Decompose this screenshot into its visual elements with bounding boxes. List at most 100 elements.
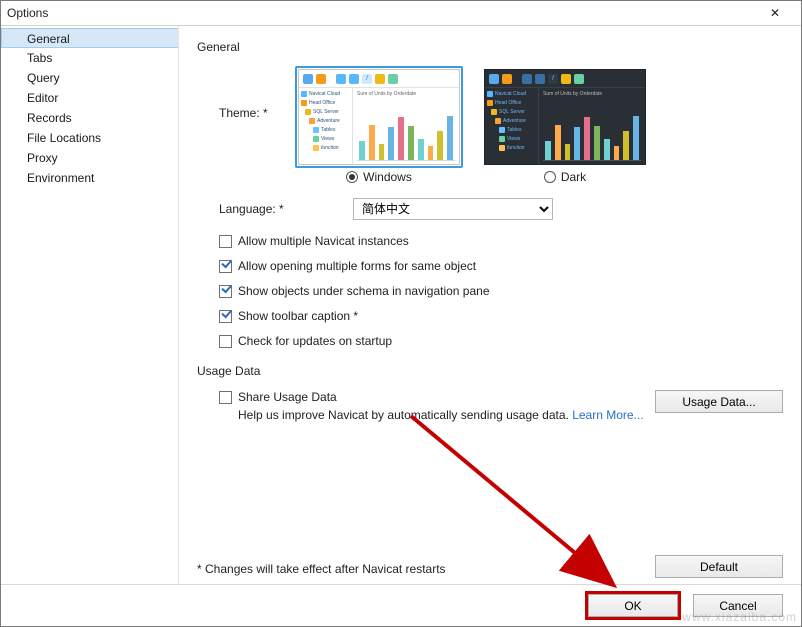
preview-tree-node: SQL Server	[313, 109, 339, 115]
cancel-button[interactable]: Cancel	[693, 594, 783, 617]
sidebar-item-records[interactable]: Records	[1, 108, 178, 128]
theme-options: f Navicat Cloud Head Office SQL Server A…	[295, 66, 649, 168]
preview-tree-node: Adventure	[317, 118, 340, 124]
preview-toolbar: f	[485, 70, 645, 88]
section-usage-title: Usage Data	[197, 364, 783, 378]
sidebar-item-label: General	[27, 32, 70, 46]
sidebar-item-label: Environment	[27, 171, 94, 185]
preview-tree: Navicat Cloud Head Office SQL Server Adv…	[485, 88, 539, 164]
theme-card-windows[interactable]: f Navicat Cloud Head Office SQL Server A…	[295, 66, 463, 168]
checkbox-icon	[219, 391, 232, 404]
usage-help-span: Help us improve Navicat by automatically…	[238, 408, 572, 422]
dialog-footer: OK Cancel	[1, 584, 801, 626]
theme-radio-dark[interactable]: Dark	[481, 170, 649, 184]
checkbox-allow-multiple-forms[interactable]: Allow opening multiple forms for same ob…	[219, 259, 783, 273]
preview-tree-node: Tables	[321, 127, 335, 133]
sidebar-item-label: Query	[27, 71, 60, 85]
section-general-title: General	[197, 40, 783, 54]
default-button[interactable]: Default	[655, 555, 783, 578]
theme-radio-row: Windows Dark	[295, 170, 783, 184]
preview-tree-node: Navicat Cloud	[309, 91, 340, 97]
sidebar-item-query[interactable]: Query	[1, 68, 178, 88]
preview-tree-node: Adventure	[503, 118, 526, 124]
preview-tree-node: SQL Server	[499, 109, 525, 115]
usage-share-row: Share Usage Data Help us improve Navicat…	[219, 390, 783, 422]
theme-row: Theme: * f	[219, 66, 783, 168]
preview-chart-bars	[543, 97, 641, 161]
checkbox-label: Show toolbar caption *	[238, 309, 358, 323]
language-label: Language: *	[219, 202, 353, 216]
sidebar-item-label: Editor	[27, 91, 58, 105]
checkbox-check-for-updates[interactable]: Check for updates on startup	[219, 334, 783, 348]
usage-share-left: Share Usage Data Help us improve Navicat…	[219, 390, 655, 422]
checkbox-label: Share Usage Data	[238, 390, 337, 404]
ok-highlight: OK	[585, 591, 681, 620]
theme-card-dark[interactable]: f Navicat Cloud Head Office SQL Server A…	[481, 66, 649, 168]
preview-tree-node: Tables	[507, 127, 521, 133]
preview-tree-node: Views	[321, 136, 334, 142]
preview-tree-node: function	[507, 145, 525, 151]
sidebar-item-label: File Locations	[27, 131, 101, 145]
usage-learn-more-link[interactable]: Learn More...	[572, 408, 643, 422]
preview-tree-node: Head Office	[309, 100, 335, 106]
sidebar-item-label: Records	[27, 111, 72, 125]
checkbox-label: Check for updates on startup	[238, 334, 392, 348]
theme-label: Theme: *	[219, 66, 295, 120]
usage-data-button[interactable]: Usage Data...	[655, 390, 783, 413]
ok-button[interactable]: OK	[588, 594, 678, 617]
close-button[interactable]: ✕	[755, 2, 795, 24]
preview-body: Navicat Cloud Head Office SQL Server Adv…	[485, 88, 645, 164]
theme-radio-label: Windows	[363, 170, 412, 184]
sidebar-item-label: Tabs	[27, 51, 52, 65]
preview-tree-node: Navicat Cloud	[495, 91, 526, 97]
checkbox-share-usage[interactable]: Share Usage Data	[219, 390, 655, 404]
restart-note: * Changes will take effect after Navicat…	[197, 562, 446, 576]
window-title: Options	[7, 6, 755, 20]
sidebar-item-file-locations[interactable]: File Locations	[1, 128, 178, 148]
checkbox-icon	[219, 335, 232, 348]
sidebar: General Tabs Query Editor Records File L…	[1, 26, 179, 584]
sidebar-item-general[interactable]: General	[1, 28, 178, 48]
usage-help-text: Help us improve Navicat by automatically…	[238, 408, 655, 422]
checkbox-icon	[219, 260, 232, 273]
default-button-wrap: Default	[655, 555, 783, 578]
options-window: Options ✕ General Tabs Query Editor Reco…	[0, 0, 802, 627]
checkbox-allow-multiple-instances[interactable]: Allow multiple Navicat instances	[219, 234, 783, 248]
preview-chart-bars	[357, 97, 455, 161]
preview-chart: Sum of Units by Orderdate	[539, 88, 645, 164]
preview-tree: Navicat Cloud Head Office SQL Server Adv…	[299, 88, 353, 164]
theme-radio-windows[interactable]: Windows	[295, 170, 463, 184]
sidebar-item-tabs[interactable]: Tabs	[1, 48, 178, 68]
checkbox-label: Allow opening multiple forms for same ob…	[238, 259, 476, 273]
sidebar-item-editor[interactable]: Editor	[1, 88, 178, 108]
language-select[interactable]: 简体中文	[353, 198, 553, 220]
preview-tree-node: function	[321, 145, 339, 151]
preview-tree-node: Views	[507, 136, 520, 142]
checkbox-show-objects-under-schema[interactable]: Show objects under schema in navigation …	[219, 284, 783, 298]
window-body: General Tabs Query Editor Records File L…	[1, 26, 801, 626]
titlebar: Options ✕	[1, 1, 801, 26]
general-checkboxes: Allow multiple Navicat instances Allow o…	[219, 234, 783, 348]
preview-toolbar: f	[299, 70, 459, 88]
radio-icon	[544, 171, 556, 183]
content-panel: General Theme: * f	[179, 26, 801, 584]
sidebar-item-proxy[interactable]: Proxy	[1, 148, 178, 168]
language-row: Language: * 简体中文	[219, 198, 783, 220]
theme-radio-label: Dark	[561, 170, 586, 184]
checkbox-label: Allow multiple Navicat instances	[238, 234, 409, 248]
checkbox-show-toolbar-caption[interactable]: Show toolbar caption *	[219, 309, 783, 323]
theme-preview-dark: f Navicat Cloud Head Office SQL Server A…	[484, 69, 646, 165]
checkbox-icon	[219, 235, 232, 248]
theme-preview-windows: f Navicat Cloud Head Office SQL Server A…	[298, 69, 460, 165]
radio-icon	[346, 171, 358, 183]
preview-tree-node: Head Office	[495, 100, 521, 106]
close-icon: ✕	[770, 6, 780, 20]
checkbox-icon	[219, 310, 232, 323]
main-area: General Tabs Query Editor Records File L…	[1, 26, 801, 584]
checkbox-label: Show objects under schema in navigation …	[238, 284, 490, 298]
sidebar-item-environment[interactable]: Environment	[1, 168, 178, 188]
preview-body: Navicat Cloud Head Office SQL Server Adv…	[299, 88, 459, 164]
sidebar-item-label: Proxy	[27, 151, 58, 165]
checkbox-icon	[219, 285, 232, 298]
preview-chart: Sum of Units by Orderdate	[353, 88, 459, 164]
